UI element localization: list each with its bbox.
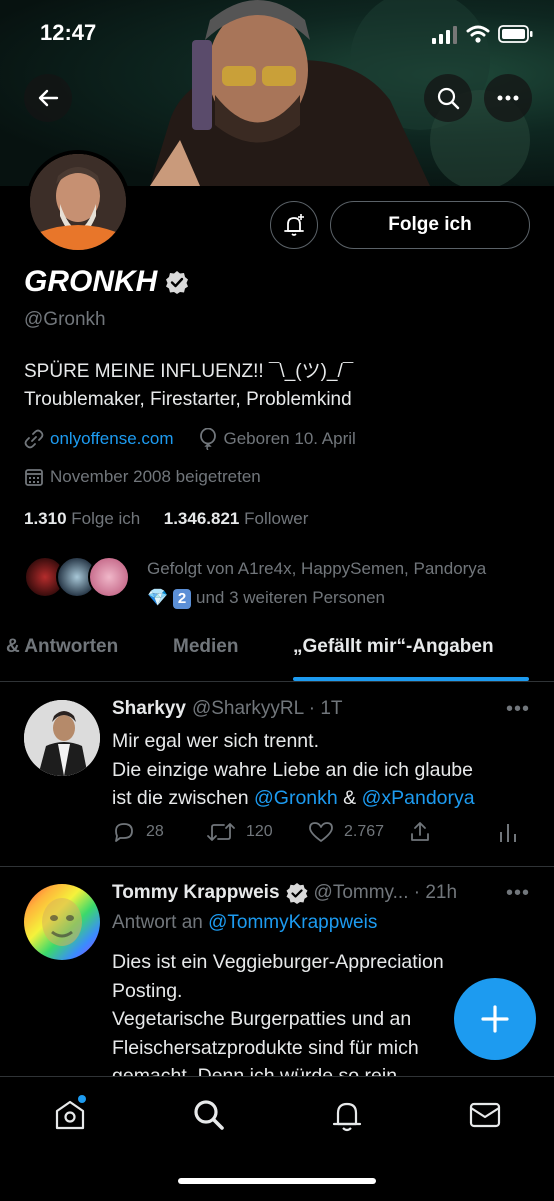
mail-icon bbox=[469, 1102, 501, 1128]
followers-stat[interactable]: 1.346.821 Follower bbox=[164, 509, 309, 528]
following-label: Folge ich bbox=[71, 509, 141, 528]
share-icon bbox=[411, 822, 429, 841]
tweet-text-segment: & bbox=[337, 787, 362, 809]
link-icon bbox=[24, 429, 44, 449]
tweet-more-button[interactable]: ••• bbox=[506, 882, 530, 905]
reply-icon bbox=[115, 823, 133, 842]
followed-by-line: Gefolgt von A1re4x, HappySemen, Pandorya bbox=[147, 559, 487, 578]
profile-handle: @Gronkh bbox=[24, 309, 106, 330]
profile-name-row: GRONKH bbox=[24, 265, 189, 299]
profile-avatar[interactable] bbox=[26, 150, 130, 254]
profile-joined-row: November 2008 beigetreten bbox=[24, 467, 261, 487]
profile-meta-row: onlyoffense.com Geboren 10. April bbox=[24, 428, 356, 450]
followers-label: Follower bbox=[244, 509, 309, 528]
following-count: 1.310 bbox=[24, 509, 67, 528]
more-button[interactable] bbox=[484, 74, 532, 122]
number-badge: 2 bbox=[172, 589, 192, 609]
plus-icon bbox=[481, 1005, 509, 1033]
home-notification-dot bbox=[78, 1095, 86, 1103]
tab-replies[interactable]: & Antworten bbox=[6, 636, 118, 658]
tweet-header: Sharkyy @SharkyyRL · 1T bbox=[112, 698, 343, 720]
reply-context: Antwort an @TommyKrappweis bbox=[112, 912, 377, 934]
mention-link[interactable]: @xPandorya bbox=[362, 787, 475, 809]
arrow-left-icon bbox=[38, 89, 59, 107]
like-count: 2.767 bbox=[344, 823, 385, 840]
verified-badge-icon bbox=[166, 271, 189, 294]
bio-line: SPÜRE MEINE INFLUENZ!! ¯\_(ツ)_/¯ bbox=[24, 361, 354, 382]
share-button[interactable] bbox=[408, 820, 432, 844]
status-bar: 12:47 bbox=[0, 0, 554, 66]
tweet-line: gemacht. Denn ich würde so rein bbox=[112, 1065, 398, 1076]
search-icon bbox=[194, 1100, 224, 1130]
calendar-icon bbox=[25, 469, 43, 486]
followed-by-text[interactable]: Gefolgt von A1re4x, HappySemen, Pandorya… bbox=[147, 554, 547, 612]
heart-icon bbox=[309, 822, 333, 842]
reply-prefix: Antwort an bbox=[112, 912, 209, 933]
tweet-text[interactable]: Mir egal wer sich trennt. Die einzige wa… bbox=[112, 727, 532, 813]
signal-icon bbox=[432, 26, 457, 44]
profile-website-link[interactable]: onlyoffense.com bbox=[50, 429, 173, 449]
followed-by-line: 💎 2 und 3 weiteren Personen bbox=[147, 583, 547, 612]
profile-name: GRONKH bbox=[24, 265, 158, 298]
search-icon bbox=[437, 87, 460, 110]
bio-line: Troublemaker, Firestarter, Problemkind bbox=[24, 389, 352, 410]
mention-link[interactable]: @Gronkh bbox=[254, 787, 338, 809]
follower-avatar bbox=[88, 556, 130, 598]
more-icon bbox=[497, 95, 519, 101]
tweet-line: ist die zwischen @Gronkh & @xPandorya bbox=[112, 784, 532, 813]
followed-by-more: und 3 weiteren Personen bbox=[195, 588, 386, 607]
following-button[interactable]: Folge ich bbox=[330, 201, 530, 249]
following-stat[interactable]: 1.310 Folge ich bbox=[24, 509, 140, 528]
nav-notifications[interactable] bbox=[329, 1097, 365, 1133]
home-indicator bbox=[178, 1178, 376, 1184]
diamond-emoji: 💎 bbox=[147, 588, 169, 607]
tweet-handle-time[interactable]: @SharkyyRL · 1T bbox=[192, 698, 343, 720]
compose-button[interactable] bbox=[454, 978, 536, 1060]
bell-plus-icon bbox=[284, 214, 304, 236]
mention-link[interactable]: @TommyKrappweis bbox=[208, 912, 377, 933]
tab-likes[interactable]: „Gefällt mir“-Angaben bbox=[293, 636, 494, 658]
bell-icon bbox=[332, 1102, 362, 1132]
profile-stats: 1.310 Folge ich 1.346.821 Follower bbox=[24, 509, 308, 529]
retweet-icon bbox=[207, 823, 235, 841]
tweet-header: Tommy Krappweis @Tommy... · 21h bbox=[112, 882, 457, 904]
tweet-line: Dies ist ein Veggieburger-Appreciation bbox=[112, 951, 444, 973]
status-time: 12:47 bbox=[40, 20, 97, 45]
nav-search[interactable] bbox=[191, 1097, 227, 1133]
retweet-button[interactable]: 120 bbox=[206, 820, 273, 844]
search-button[interactable] bbox=[424, 74, 472, 122]
like-button[interactable]: 2.767 bbox=[308, 820, 384, 844]
wifi-icon bbox=[466, 25, 490, 43]
balloon-icon bbox=[200, 428, 217, 450]
tweet-handle-time[interactable]: @Tommy... · 21h bbox=[314, 882, 458, 904]
analytics-button[interactable] bbox=[498, 820, 518, 844]
tweet-divider bbox=[0, 866, 554, 867]
followers-count: 1.346.821 bbox=[163, 509, 240, 528]
tweet-author-name[interactable]: Tommy Krappweis bbox=[112, 882, 280, 904]
profile-joined-date: November 2008 beigetreten bbox=[50, 467, 261, 486]
tweet-line: Mir egal wer sich trennt. bbox=[112, 730, 319, 752]
reply-count: 28 bbox=[146, 823, 164, 840]
tab-divider bbox=[0, 681, 554, 682]
profile-birthday: Geboren 10. April bbox=[223, 429, 356, 448]
tweet-avatar[interactable] bbox=[24, 884, 100, 960]
tab-media[interactable]: Medien bbox=[173, 636, 238, 658]
tweet-author-name[interactable]: Sharkyy bbox=[112, 698, 186, 720]
nav-home[interactable] bbox=[52, 1095, 88, 1133]
tweet-line: Die einzige wahre Liebe an die ich glaub… bbox=[112, 758, 473, 781]
tweet-text-segment: ist die zwischen bbox=[112, 787, 254, 809]
reply-button[interactable]: 28 bbox=[112, 820, 164, 844]
battery-icon bbox=[498, 25, 533, 43]
nav-messages[interactable] bbox=[467, 1097, 503, 1133]
tweet-more-button[interactable]: ••• bbox=[506, 698, 530, 721]
tweet-avatar[interactable] bbox=[24, 700, 100, 776]
verified-badge-icon bbox=[286, 883, 308, 904]
analytics-icon bbox=[500, 824, 516, 842]
notify-bell-button[interactable] bbox=[270, 201, 318, 249]
back-button[interactable] bbox=[24, 74, 72, 122]
retweet-count: 120 bbox=[246, 823, 273, 840]
profile-bio: SPÜRE MEINE INFLUENZ!! ¯\_(ツ)_/¯ Trouble… bbox=[24, 358, 353, 414]
